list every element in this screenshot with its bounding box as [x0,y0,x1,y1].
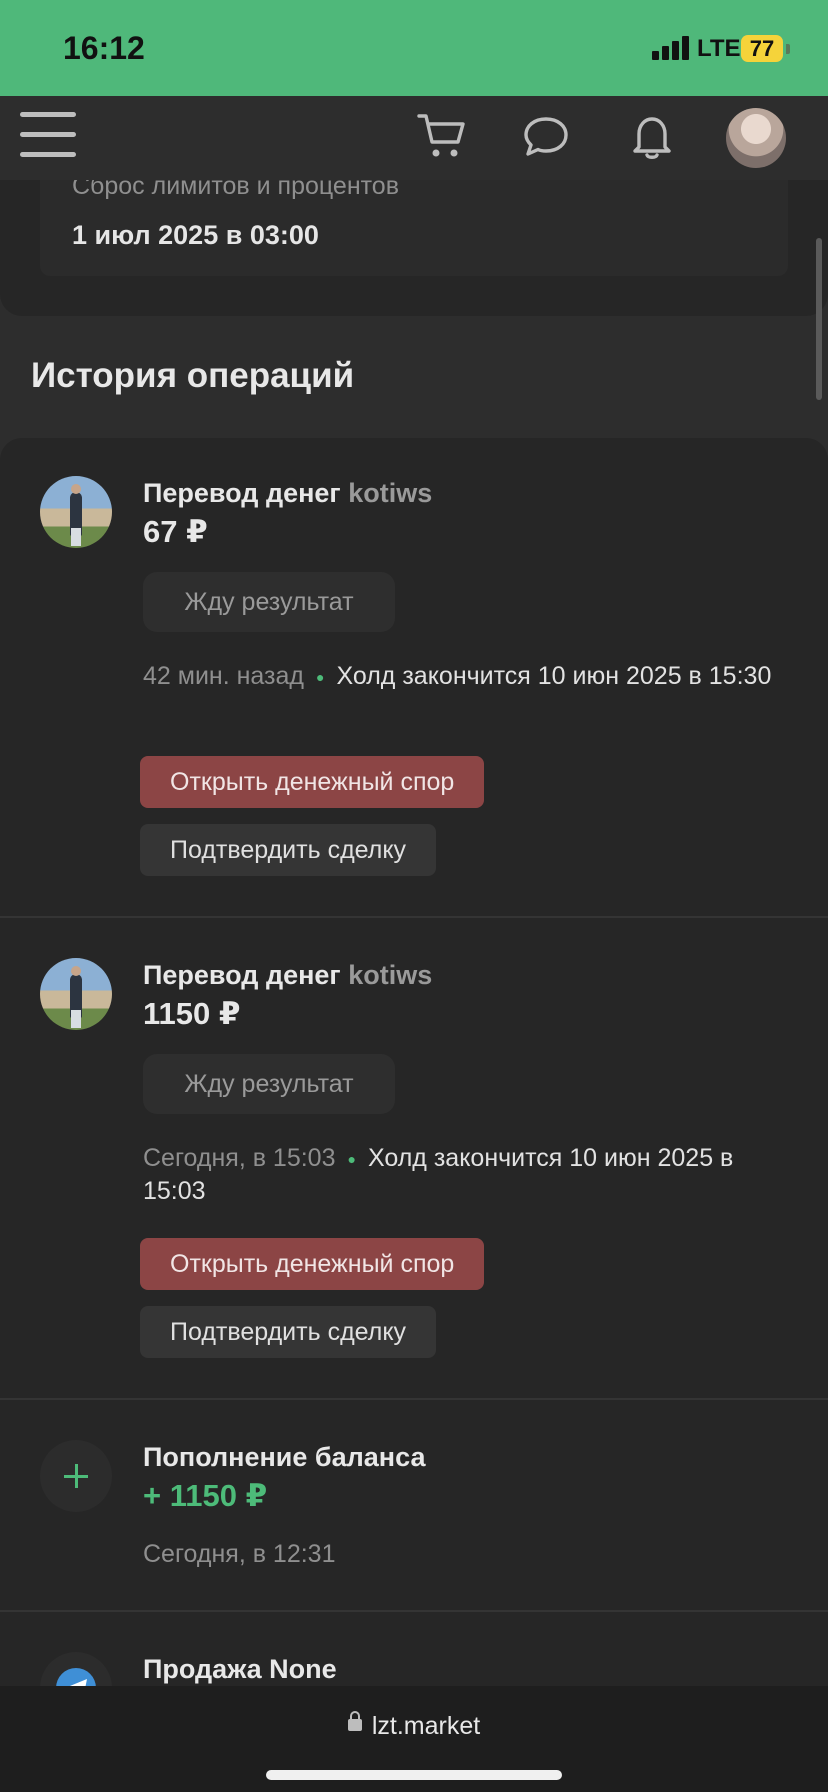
divider [0,916,828,918]
operation-title: Перевод денег kotiws [143,478,433,508]
operation-title: Перевод денег kotiws [143,960,433,990]
operation-amount: 67 ₽ [143,514,208,549]
operation-title: Пополнение баланса [143,1442,426,1472]
home-indicator[interactable] [266,1770,562,1780]
open-dispute-button[interactable]: Открыть денежный спор [140,756,485,808]
operation-amount: + 1150 ₽ [143,1478,268,1513]
operation-title: Продажа None [143,1654,337,1684]
page: 16:12 LTE 77 Сброс лимитов и процентов 1… [0,0,828,1792]
plus-icon [40,1440,112,1512]
separator-dot: ● [347,1151,356,1168]
network-type: LTE [697,35,741,62]
hold-text: Холд закончится 10 июн 2025 в 15:30 [336,662,772,690]
url-text[interactable]: lzt.market [0,1711,828,1741]
battery-cap [786,44,790,54]
user-avatar[interactable] [726,108,786,168]
operation-time: Сегодня, в 15:03 [143,1144,336,1172]
divider [0,1398,828,1400]
operations-list: Перевод денег kotiws 67 ₽ Жду результат … [0,438,828,1792]
open-dispute-button[interactable]: Открыть денежный спор [140,1238,485,1290]
operation-meta: 42 мин. назад ● Холд закончится 10 июн 202… [143,660,783,693]
operation-time: Сегодня, в 12:31 [143,1540,336,1568]
url-label: lzt.market [371,1712,481,1740]
operation-amount: 1150 ₽ [143,996,241,1031]
battery-icon: 77 [741,35,783,62]
limits-value: 1 июл 2025 в 03:00 [72,220,319,250]
chat-icon[interactable] [520,110,572,162]
signal-icon [652,36,692,60]
avatar[interactable] [40,958,112,1030]
browser-url-bar[interactable]: lzt.market [0,1686,828,1792]
divider [0,1610,828,1612]
bell-icon[interactable] [626,110,678,162]
menu-icon[interactable] [20,112,76,158]
confirm-deal-button[interactable]: Подтвердить сделку [140,1306,437,1358]
operation-meta: Сегодня, в 12:31 [143,1538,783,1570]
confirm-deal-button[interactable]: Подтвердить сделку [140,824,437,876]
operation-time: 42 мин. назад [143,662,304,690]
avatar[interactable] [40,476,112,548]
status-badge: Жду результат [143,1054,395,1114]
top-nav [0,96,828,180]
status-bar: 16:12 LTE 77 [0,0,828,96]
cart-icon[interactable] [416,110,468,162]
operation-meta: Сегодня, в 15:03 ● Холд закончится 10 июн … [143,1142,783,1207]
status-time: 16:12 [63,30,145,66]
scrollbar[interactable] [816,238,822,400]
separator-dot: ● [316,669,325,686]
section-title: История операций [31,356,355,395]
status-badge: Жду результат [143,572,395,632]
operation-user-link[interactable]: kotiws [348,960,432,990]
lock-icon [347,1711,362,1732]
operation-user-link[interactable]: kotiws [348,478,432,508]
